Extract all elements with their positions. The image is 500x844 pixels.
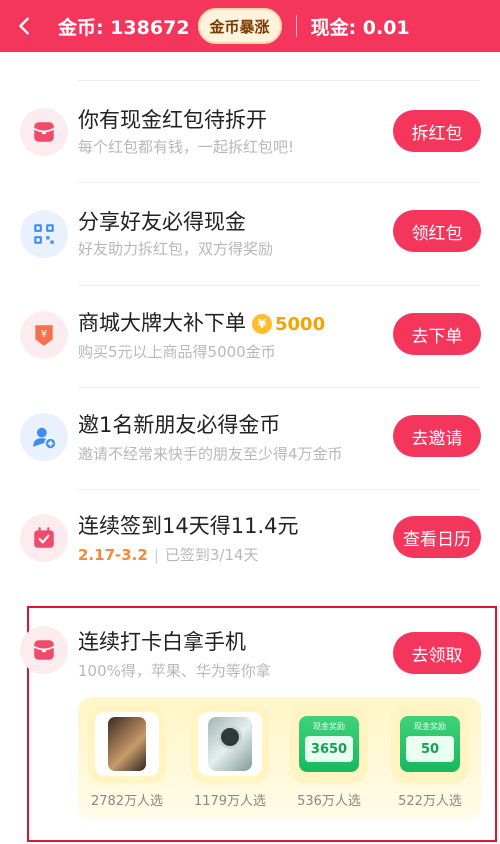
task-subtitle: 邀请不经常来快手的朋友至少得4万金币 xyxy=(78,445,343,463)
task-subtitle: 购买5元以上商品得5000金币 xyxy=(78,343,276,361)
claim-envelope-button[interactable]: 领红包 xyxy=(393,210,481,252)
header-divider xyxy=(295,15,297,37)
prize-votes: 2782万人选 xyxy=(90,794,164,809)
cash-reward-amount: 3650 xyxy=(305,736,353,762)
add-user-icon xyxy=(20,413,68,461)
divider xyxy=(78,80,480,81)
task-subtitle: 100%得，苹果、华为等你拿 xyxy=(78,662,271,680)
cash-balance: 现金: 0.01 xyxy=(310,16,410,39)
separator: | xyxy=(153,546,159,564)
task-title: 连续打卡白拿手机 xyxy=(78,630,246,654)
coin-reward-amount: 5000 xyxy=(275,313,326,335)
coin-icon: ¥ xyxy=(252,314,272,334)
divider xyxy=(78,387,480,388)
red-envelope-icon xyxy=(20,626,68,674)
divider xyxy=(78,285,480,286)
chevron-left-icon xyxy=(19,17,29,35)
prize-cash-50[interactable]: 现金奖励 50 xyxy=(391,705,469,783)
cash-reward-caption: 现金奖励 xyxy=(414,722,446,731)
checkin-count: 已签到3/14天 xyxy=(164,546,259,564)
svg-text:¥: ¥ xyxy=(41,329,47,340)
task-share-friends: 分享好友必得现金 好友助力拆红包，双方得奖励 领红包 xyxy=(0,200,500,290)
prize-panel: 2782万人选 1179万人选 现金奖励 3650 536万人选 现金奖励 50… xyxy=(78,697,481,819)
view-calendar-button[interactable]: 查看日历 xyxy=(393,516,481,558)
task-checkin-phone: 连续打卡白拿手机 100%得，苹果、华为等你拿 去领取 xyxy=(0,620,500,690)
yuan-tag-icon: ¥ xyxy=(20,311,68,359)
checkin-progress: 2.17-3.2 | 已签到3/14天 xyxy=(78,544,259,565)
top-bar: 金币: 138672 金币暴涨 现金: 0.01 xyxy=(0,0,500,52)
checkin-date-range: 2.17-3.2 xyxy=(78,546,148,564)
cash-reward-card: 现金奖励 3650 xyxy=(299,716,359,772)
iphone-image xyxy=(95,712,159,776)
task-title: 你有现金红包待拆开 xyxy=(78,108,267,132)
task-title: 连续签到14天得11.4元 xyxy=(78,514,299,538)
invite-button[interactable]: 去邀请 xyxy=(393,415,481,457)
coin-balance: 金币: 138672 xyxy=(58,16,190,39)
claim-button[interactable]: 去领取 xyxy=(393,632,481,674)
red-envelope-icon xyxy=(20,108,68,156)
divider xyxy=(78,182,480,183)
task-subtitle: 每个红包都有钱，一起拆红包吧! xyxy=(78,138,295,156)
qrcode-icon xyxy=(20,210,68,258)
place-order-button[interactable]: 去下单 xyxy=(393,313,481,355)
back-button[interactable] xyxy=(0,0,50,52)
coin-reward-badge: ¥5000 xyxy=(252,314,325,335)
divider xyxy=(78,489,480,490)
huawei-phone-image xyxy=(198,712,262,776)
prize-votes: 536万人选 xyxy=(297,794,361,809)
cash-reward-amount: 50 xyxy=(406,736,454,762)
task-invite-friend: 邀1名新朋友必得金币 邀请不经常来快手的朋友至少得4万金币 去邀请 xyxy=(0,405,500,495)
phone-icon xyxy=(108,717,146,771)
prize-iphone[interactable] xyxy=(88,705,166,783)
calendar-check-icon xyxy=(20,514,68,562)
task-subtitle: 好友助力拆红包，双方得奖励 xyxy=(78,240,274,258)
cash-reward-caption: 现金奖励 xyxy=(313,722,345,731)
task-title-text: 商城大牌大补下单 xyxy=(78,311,246,335)
phone-icon xyxy=(208,717,252,771)
task-daily-checkin: 连续签到14天得11.4元 2.17-3.2 | 已签到3/14天 查看日历 xyxy=(0,508,500,598)
prize-cash-3650[interactable]: 现金奖励 3650 xyxy=(290,705,368,783)
prize-votes: 1179万人选 xyxy=(193,794,267,809)
task-open-red-envelope: 你有现金红包待拆开 每个红包都有钱，一起拆红包吧! 拆红包 xyxy=(0,98,500,188)
cash-reward-card: 现金奖励 50 xyxy=(400,716,460,772)
prize-huawei[interactable] xyxy=(191,705,269,783)
task-title: 邀1名新朋友必得金币 xyxy=(78,413,281,437)
task-mall-order: ¥ 商城大牌大补下单 ¥5000 购买5元以上商品得5000金币 去下单 xyxy=(0,303,500,393)
open-envelope-button[interactable]: 拆红包 xyxy=(393,110,481,152)
prize-votes: 522万人选 xyxy=(398,794,462,809)
coin-boost-badge[interactable]: 金币暴涨 xyxy=(197,8,282,44)
task-title: 商城大牌大补下单 ¥5000 xyxy=(78,307,325,337)
camera-icon xyxy=(218,725,242,749)
task-title: 分享好友必得现金 xyxy=(78,210,246,234)
